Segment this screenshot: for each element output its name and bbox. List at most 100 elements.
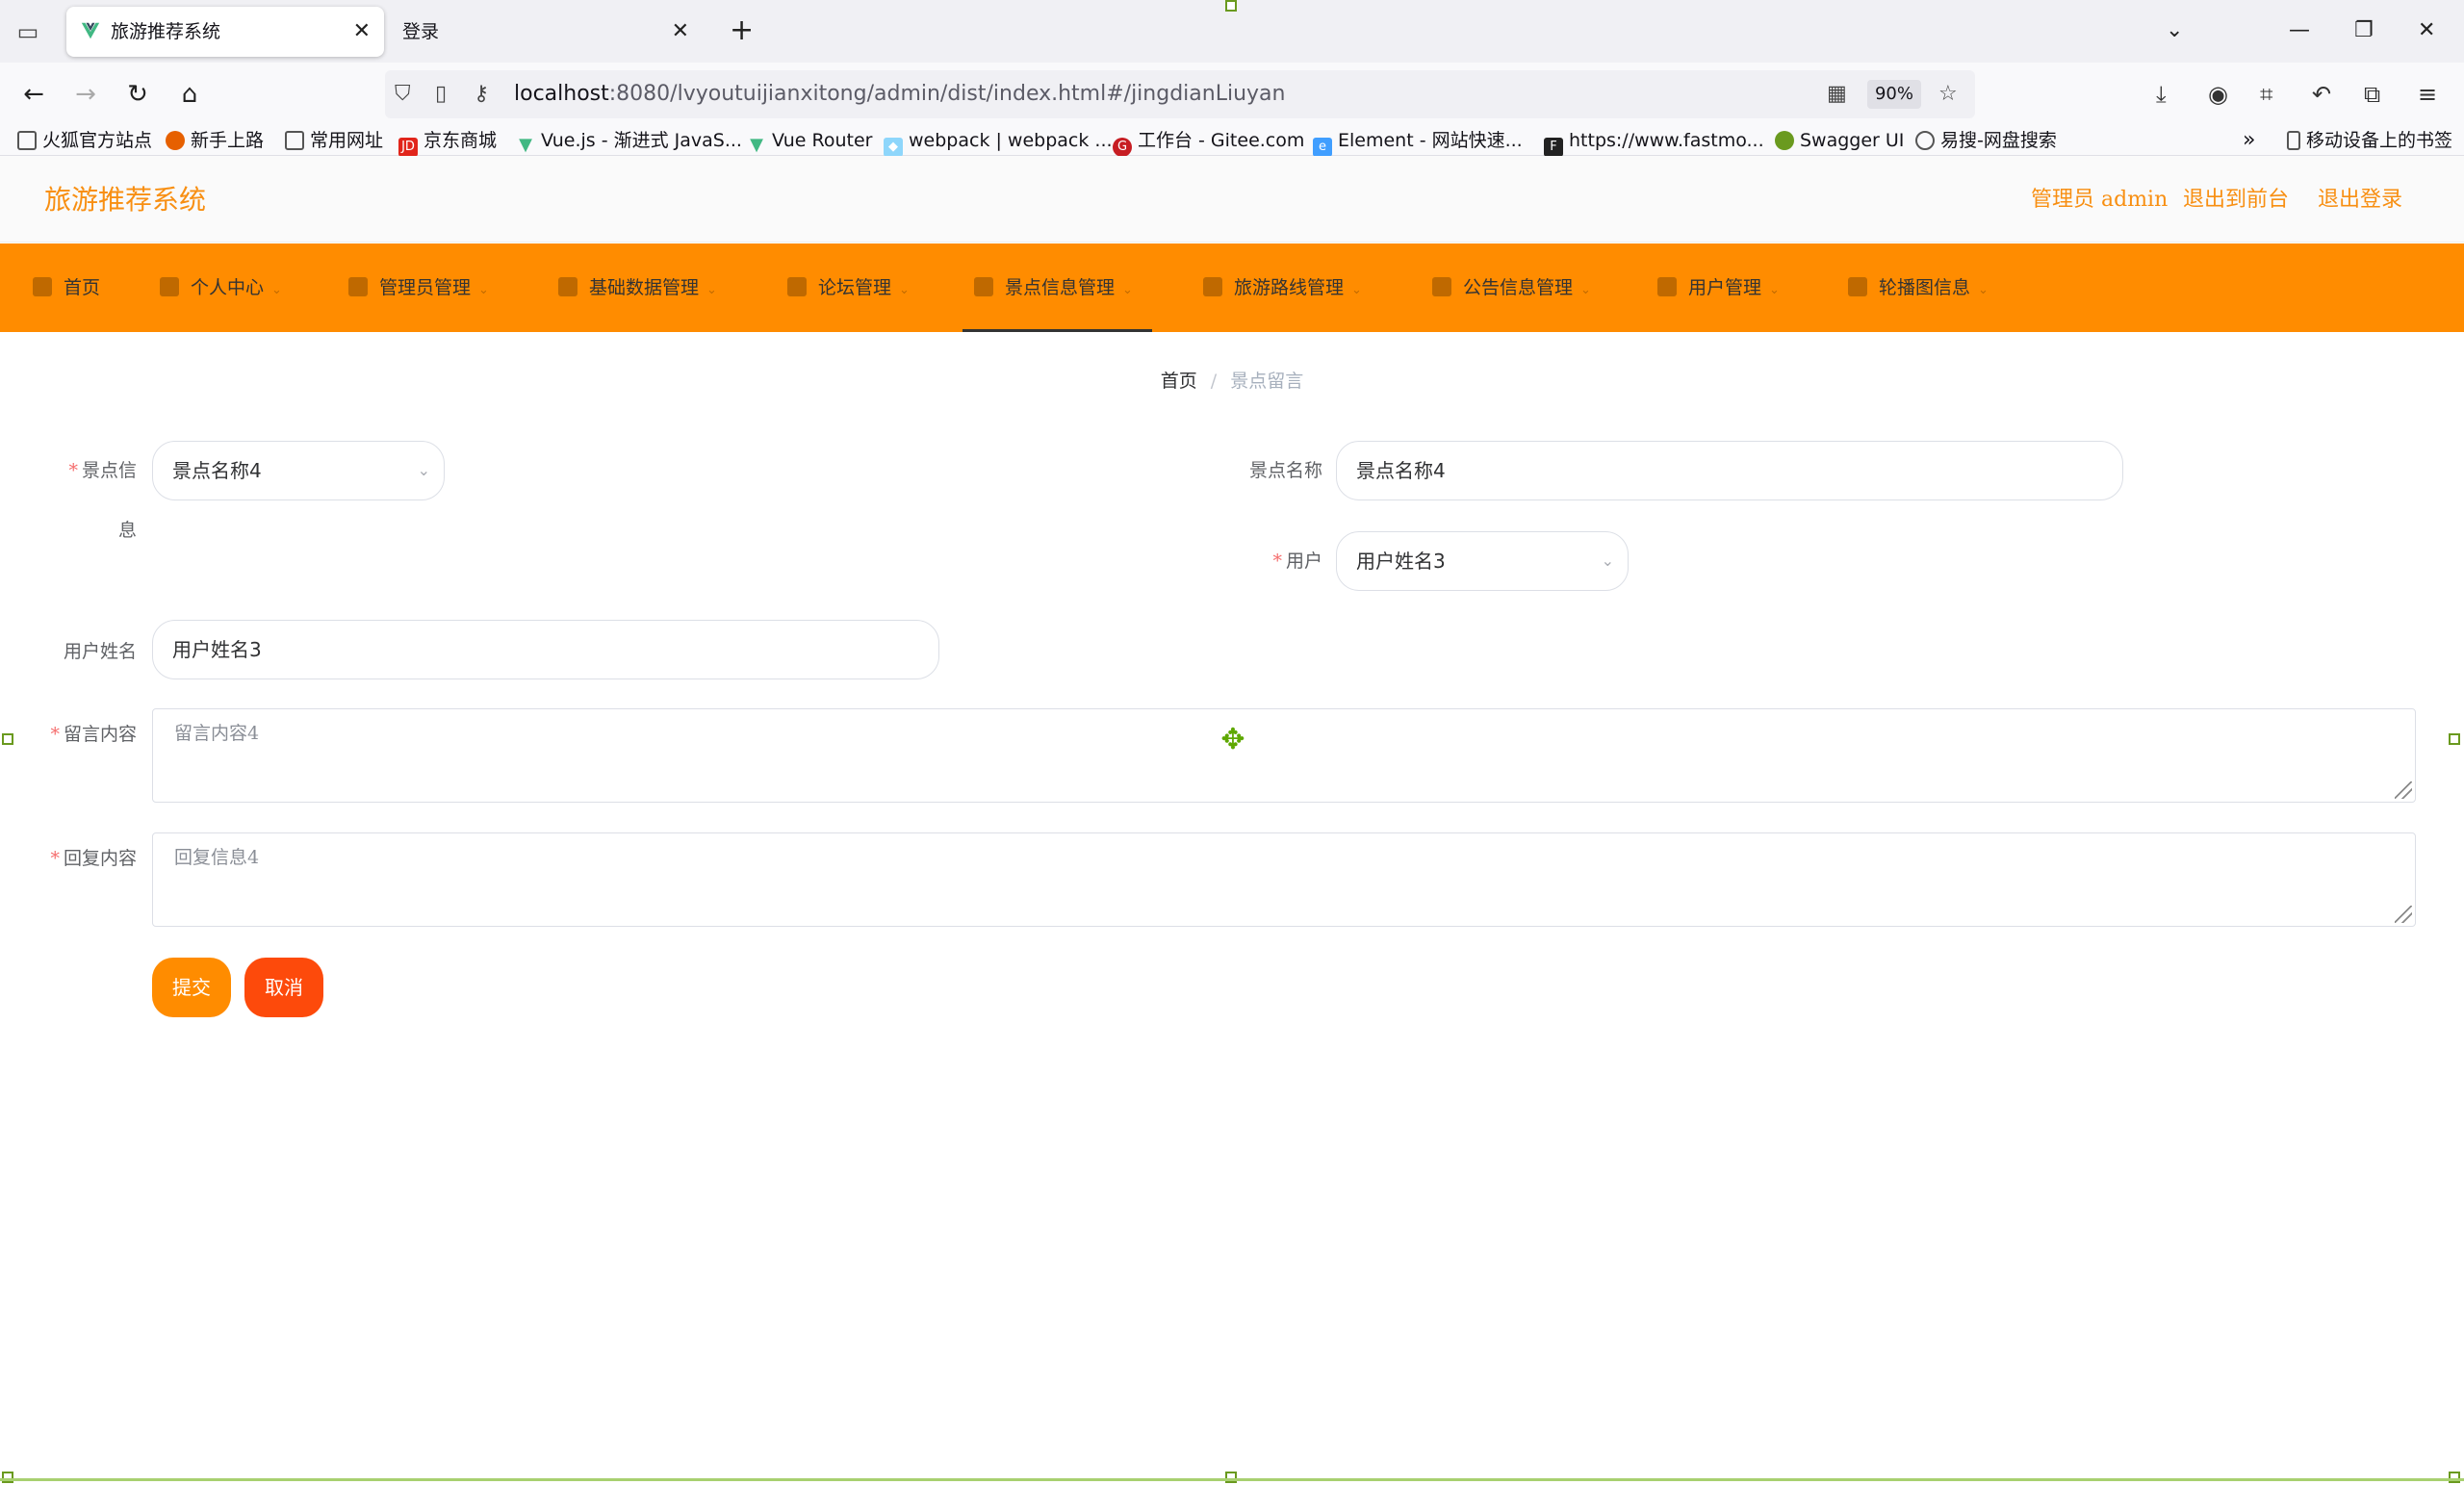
page-icon: ▯ [435,82,448,106]
menu-item-home[interactable]: 首页 [33,243,100,332]
route-icon [1203,277,1222,296]
selection-border [0,1478,2464,1481]
resize-handle-icon[interactable] [2395,781,2412,799]
menu-item-users[interactable]: 用户管理 ⌄ [1657,243,1780,332]
screenshot-icon[interactable]: ⌗ [2260,76,2273,113]
reload-icon[interactable]: ↻ [119,76,156,113]
tab-title: 旅游推荐系统 [111,21,221,42]
extensions-icon[interactable]: ⧉ [2364,76,2380,113]
url-text[interactable]: localhost:8080/lvyoutuijianxitong/admin/… [514,70,1285,118]
mobile-bookmarks[interactable]: 移动设备上的书签 [2287,125,2452,156]
user-icon [160,277,179,296]
bookmark-item[interactable]: ◆ webpack | webpack ... [884,125,1113,157]
exit-to-front-link[interactable]: 退出到前台 [2183,156,2289,244]
user-name-label: 用户姓名 [63,641,137,662]
tab-login[interactable]: 登录 ✕ [385,7,703,57]
back-icon[interactable]: ← [15,76,52,113]
minimize-icon[interactable]: — [2289,13,2310,48]
bookmark-item[interactable]: G 工作台 - Gitee.com [1113,125,1304,157]
selection-handle[interactable] [2,1472,13,1483]
user-select[interactable]: 用户姓名3 ⌄ [1336,531,1629,591]
more-bookmarks-icon[interactable]: » [2243,125,2255,156]
close-window-icon[interactable]: ✕ [2418,13,2435,48]
selection-handle[interactable] [1225,1472,1237,1483]
undo-icon[interactable]: ↶ [2312,76,2331,113]
restore-icon[interactable]: ❐ [2354,13,2374,48]
reply-textarea[interactable]: 回复信息4 [152,832,2416,927]
shield-icon[interactable]: ⛉ [395,82,411,107]
cancel-button[interactable]: 取消 [244,958,323,1017]
app-header: 旅游推荐系统 管理员 admin 退出到前台 退出登录 [0,156,2464,243]
selection-handle[interactable] [2449,733,2460,745]
bookmark-item[interactable]: 新手上路 [166,125,264,156]
reply-label: * 回复内容 [50,848,137,869]
resize-handle-icon[interactable] [2395,906,2412,923]
close-tab-icon[interactable]: ✕ [672,7,689,57]
home-icon[interactable]: ⌂ [171,76,208,113]
list-all-tabs-icon[interactable]: ⌄ [2166,13,2183,48]
jingdian-name-input[interactable]: 景点名称4 [1336,441,2123,500]
bookmarks-bar: 火狐官方站点 新手上路 常用网址 JD 京东商城 ▼ Vue.js - 渐进式 Ja… [0,125,2464,157]
bookmark-item[interactable]: JD 京东商城 [398,125,497,157]
app-title: 旅游推荐系统 [44,184,207,216]
home-icon [33,277,52,296]
bookmark-item[interactable]: 火狐官方站点 [17,125,152,156]
selection-handle[interactable] [1225,0,1237,12]
zoom-level[interactable]: 90% [1867,80,1921,109]
content-textarea[interactable]: 留言内容4 [152,708,2416,803]
swagger-icon [1775,131,1794,150]
content-value: 留言内容4 [174,723,260,744]
user-name-input[interactable]: 用户姓名3 [152,620,939,679]
vue-icon [81,22,100,39]
bookmark-item[interactable]: e Element - 网站快速... [1313,125,1523,157]
menu-icon[interactable]: ≡ [2418,76,2437,113]
menu-item-admin[interactable]: 管理员管理 ⌄ [348,243,489,332]
element-icon: e [1313,138,1332,157]
close-tab-icon[interactable]: ✕ [353,7,371,57]
bookmark-item[interactable]: 常用网址 [285,125,383,156]
menu-item-base-data[interactable]: 基础数据管理 ⌄ [558,243,717,332]
menu-item-notice[interactable]: 公告信息管理 ⌄ [1432,243,1591,332]
grid-icon [1657,277,1677,296]
chevron-down-icon: ⌄ [271,283,282,297]
gitee-icon: G [1113,138,1132,157]
reply-value: 回复信息4 [174,847,260,868]
bookmark-star-icon[interactable]: ☆ [1938,82,1958,107]
tab-active[interactable]: 旅游推荐系统 ✕ [66,7,384,57]
bookmark-item[interactable]: ▼ Vue.js - 渐进式 JavaS... [516,125,742,156]
submit-button[interactable]: 提交 [152,958,231,1017]
bookmark-item[interactable]: Swagger UI [1775,125,1904,156]
admin-label: 管理员 admin [2031,188,2169,212]
url-bar[interactable]: ⛉ ▯ ⚷ localhost:8080/lvyoutuijianxitong/… [385,70,1975,118]
logout-link[interactable]: 退出登录 [2318,156,2402,244]
qr-code-icon[interactable]: ▦ [1827,82,1847,107]
bookmark-item[interactable]: 易搜-网盘搜索 [1915,125,2057,156]
move-icon[interactable]: ✥ [1219,726,1247,755]
menu-item-forum[interactable]: 论坛管理 ⌄ [787,243,910,332]
user-select-value: 用户姓名3 [1356,550,1446,573]
bookmark-item[interactable]: ▼ Vue Router [747,125,872,156]
key-icon[interactable]: ⚷ [474,82,489,107]
menu-item-personal[interactable]: 个人中心 ⌄ [160,243,282,332]
chevron-down-icon: ⌄ [478,283,489,297]
selection-handle[interactable] [2,733,13,745]
mobile-icon [2287,131,2300,150]
breadcrumb-bar: 首页 / 景点留言 [33,351,2431,411]
breadcrumb-home[interactable]: 首页 [1161,371,1197,392]
bookmark-item[interactable]: Fhttps://www.fastmo... [1544,125,1764,157]
menu-item-carousel[interactable]: 轮播图信息 ⌄ [1848,243,1989,332]
forward-icon[interactable]: → [67,76,104,113]
menu-item-route[interactable]: 旅游路线管理 ⌄ [1203,243,1362,332]
chevron-down-icon: ⌄ [1978,283,1989,297]
vue-icon: ▼ [519,135,532,155]
menu-item-scenic[interactable]: 景点信息管理 ⌄ [962,243,1152,332]
account-icon[interactable]: ◉ [2208,76,2228,113]
download-icon[interactable]: ⤓ [2156,76,2167,113]
tab-list-icon[interactable]: ▭ [13,17,42,46]
main-menu: 首页 个人中心 ⌄ 管理员管理 ⌄ 基础数据管理 ⌄ 论坛管理 ⌄ 景点信息管理 ⌄ 旅游… [0,243,2464,332]
selection-handle[interactable] [2449,1472,2460,1483]
firefox-icon [166,131,185,150]
jingdian-select[interactable]: 景点名称4 ⌄ [152,441,445,500]
globe-icon [1915,131,1935,150]
new-tab-icon[interactable]: + [730,13,754,48]
